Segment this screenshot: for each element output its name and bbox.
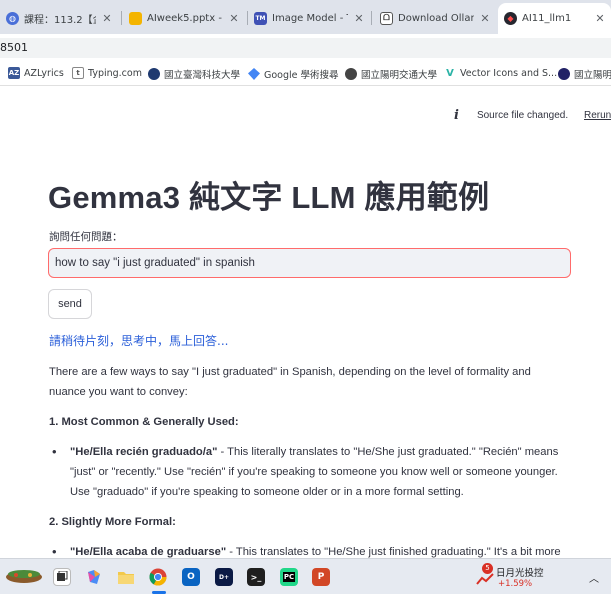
stock-trend-icon <box>476 573 494 585</box>
waiting-message: 請稍待片刻，思考中，馬上回答... <box>49 334 229 348</box>
info-icon: i <box>454 108 459 123</box>
ntust-icon <box>148 68 160 80</box>
bookmark-label: Google 學術搜尋 <box>264 70 339 81</box>
disney-plus-icon[interactable]: D+ <box>215 568 233 586</box>
send-button[interactable]: send <box>48 289 92 319</box>
tab-course[interactable]: ◍ 課程：113.2【企 ✕ <box>0 4 118 32</box>
tab-ai11-llm1-label: AI11_llm1 <box>522 13 572 24</box>
stock-name: 日月光投控 <box>496 568 544 579</box>
phrase-explanation: - This translates to "He/She just finish… <box>226 546 561 558</box>
bookmark-nycu-2[interactable]: 國立陽明 <box>558 67 611 81</box>
address-bar: 8501 <box>0 34 611 60</box>
outlook-icon[interactable]: O <box>182 568 200 586</box>
list-item: "He/Ella recién graduado/a" - This liter… <box>49 442 569 502</box>
run-status: i Source file changed. <box>454 108 568 123</box>
tab-ollama-label: Download Ollam <box>398 12 474 24</box>
nycu2-icon <box>558 68 570 80</box>
vector-icon: V <box>444 67 456 79</box>
tab-separator <box>121 11 122 25</box>
close-icon[interactable]: ✕ <box>100 12 114 25</box>
close-icon[interactable]: ✕ <box>478 12 492 25</box>
file-explorer-icon[interactable] <box>117 568 135 586</box>
bookmark-azlyrics[interactable]: AZ AZLyrics <box>8 67 64 79</box>
bookmark-label: AZLyrics <box>24 67 64 79</box>
close-icon[interactable]: ✕ <box>352 12 366 25</box>
copilot-icon[interactable] <box>85 568 103 586</box>
bookmark-label: Vector Icons and S... <box>460 67 558 79</box>
weather-widget-icon[interactable] <box>4 567 44 585</box>
bookmark-label: 國立陽明交通大學 <box>361 70 438 81</box>
url-field[interactable]: 8501 <box>0 38 611 58</box>
answer-heading-2: 2. Slightly More Formal: <box>49 516 176 528</box>
answer-list-1: "He/Ella recién graduado/a" - This liter… <box>49 442 569 502</box>
app-header: i Source file changed. Rerun <box>0 100 611 134</box>
bookmark-typing[interactable]: t Typing.com <box>72 67 142 79</box>
pycharm-icon[interactable]: PC <box>280 568 298 586</box>
close-icon[interactable]: ✕ <box>227 12 241 25</box>
tab-slides-label: AIweek5.pptx - G <box>147 12 223 24</box>
tab-image-model-label: Image Model - Te <box>272 12 348 24</box>
bookmark-label: Typing.com <box>88 67 142 79</box>
typing-icon: t <box>72 67 84 79</box>
taskbar: O D+ >_ PC P 5 日月光投控 +1.59% ︿ <box>0 558 611 594</box>
slides-icon <box>129 11 142 25</box>
tab-separator <box>371 11 372 25</box>
chrome-icon[interactable] <box>149 568 167 586</box>
tab-strip: ◍ 課程：113.2【企 ✕ AIweek5.pptx - G ✕ TM Ima… <box>0 0 611 34</box>
source-changed-message: Source file changed. <box>476 110 569 121</box>
tm-icon: TM <box>254 11 267 25</box>
scholar-icon <box>248 68 260 80</box>
tab-image-model[interactable]: TM Image Model - Te ✕ <box>248 4 370 32</box>
tab-course-label: 課程：113.2【企 <box>24 14 96 26</box>
globe-icon: ◍ <box>6 11 19 25</box>
bookmark-label: 國立陽明 <box>574 70 611 81</box>
bookmark-nycu[interactable]: 國立陽明交通大學 <box>345 67 437 81</box>
bookmark-scholar[interactable]: Google 學術搜尋 <box>248 67 339 81</box>
bookmark-ntust[interactable]: 國立臺灣科技大學 <box>148 67 240 81</box>
close-icon[interactable]: ✕ <box>593 12 607 25</box>
phrase-strong: "He/Ella acaba de graduarse" <box>70 546 227 558</box>
streamlit-icon: ◆ <box>504 12 517 25</box>
bookmark-vector-icons[interactable]: V Vector Icons and S... <box>444 67 557 79</box>
stock-change: +1.59% <box>498 579 533 589</box>
rerun-button[interactable]: Rerun <box>584 110 611 121</box>
chevron-up-icon[interactable]: ︿ <box>589 570 599 585</box>
task-view-icon[interactable] <box>53 568 71 586</box>
phrase-strong: "He/Ella recién graduado/a" <box>70 446 218 458</box>
stock-widget[interactable]: 5 日月光投控 +1.59% <box>476 563 556 593</box>
question-input[interactable] <box>48 248 571 278</box>
answer-text: There are a few ways to say "I just grad… <box>49 362 569 572</box>
answer-heading-1: 1. Most Common & Generally Used: <box>49 416 239 428</box>
ollama-icon: ᗝ <box>380 11 393 25</box>
tab-ai11-llm1[interactable]: ◆ AI11_llm1 ✕ <box>498 3 611 34</box>
nycu-icon <box>345 68 357 80</box>
bookmark-label: 國立臺灣科技大學 <box>164 70 241 81</box>
answer-intro: There are a few ways to say "I just grad… <box>49 366 531 398</box>
powerpoint-icon[interactable]: P <box>312 568 330 586</box>
terminal-icon[interactable]: >_ <box>247 568 265 586</box>
page-title: Gemma3 純文字 LLM 應用範例 <box>48 180 490 215</box>
az-icon: AZ <box>8 67 20 79</box>
question-label: 詢問任何問題： <box>49 231 123 243</box>
bookmarks-bar: AZ AZLyrics t Typing.com 國立臺灣科技大學 Google… <box>0 62 611 86</box>
tab-ollama[interactable]: ᗝ Download Ollam ✕ <box>374 4 496 32</box>
tab-slides[interactable]: AIweek5.pptx - G ✕ <box>123 4 245 32</box>
